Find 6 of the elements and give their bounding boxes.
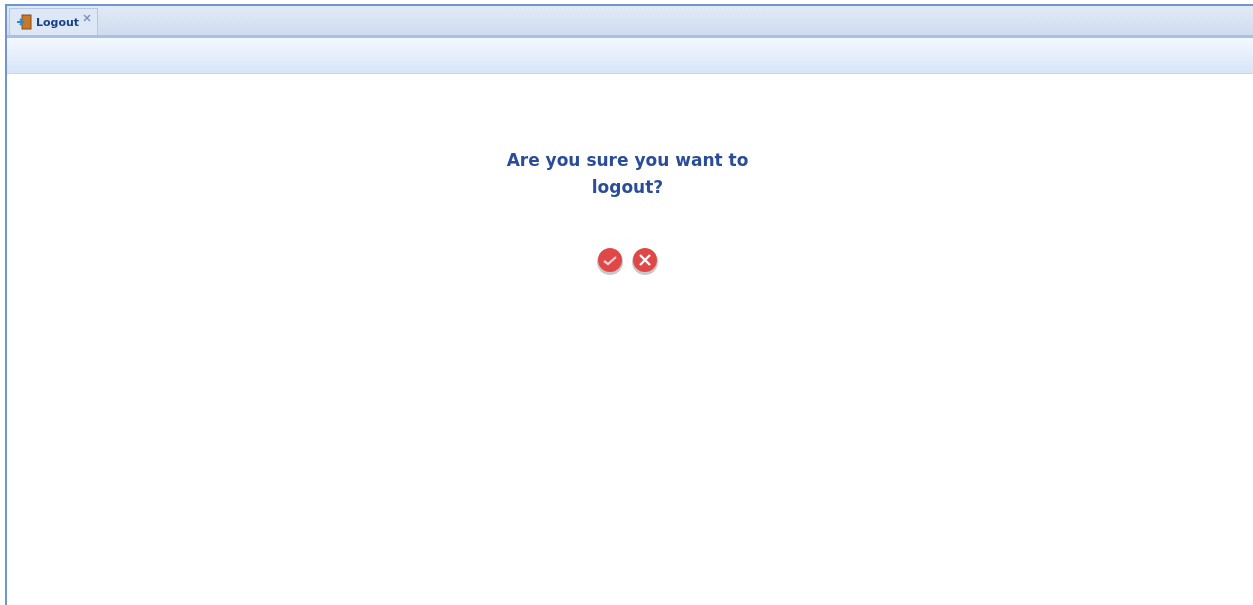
tab[interactable]: Logout: [9, 8, 99, 35]
door-exit-icon: [16, 14, 32, 30]
close-icon[interactable]: [83, 14, 92, 22]
confirm-message: Are you sure you want to logout?: [505, 149, 750, 199]
cancel-button[interactable]: [631, 247, 659, 275]
confirm-button[interactable]: [596, 247, 624, 275]
